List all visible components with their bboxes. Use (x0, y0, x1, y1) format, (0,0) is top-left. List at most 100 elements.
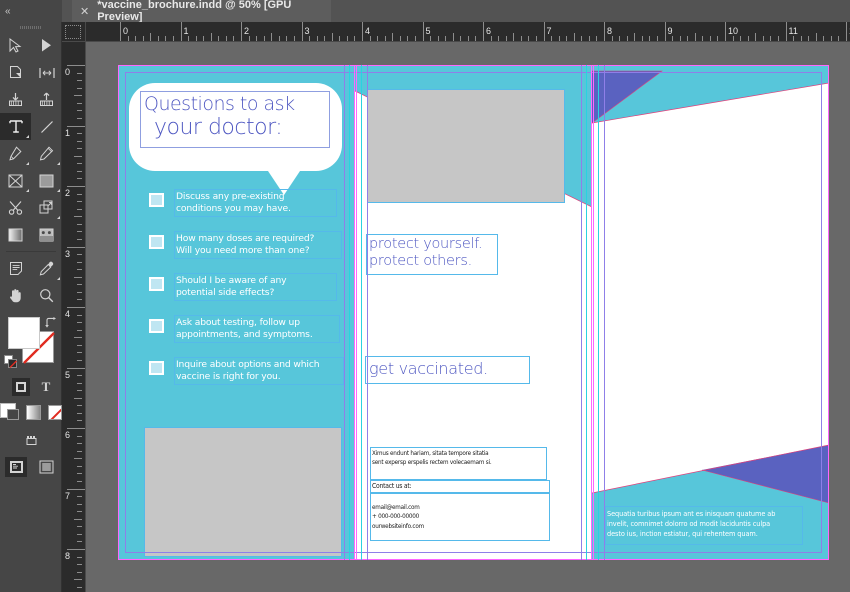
gradient-feather-tool[interactable] (31, 221, 62, 248)
checkbox-3[interactable] (149, 277, 164, 291)
ruler-minor-tick (77, 405, 82, 407)
ruler-major-tick (725, 22, 726, 41)
image-placeholder-left[interactable] (145, 428, 341, 556)
ruler-minor-tick (808, 36, 810, 41)
fill-swatch[interactable] (8, 317, 40, 349)
content-collector-tool[interactable] (0, 86, 31, 113)
document-canvas[interactable]: Questions to ask your doctor: Discuss an… (86, 42, 850, 592)
ruler-minor-tick (77, 322, 82, 324)
page-right[interactable]: Sequatia turibus ipsum ant es inisquam q… (592, 65, 829, 560)
horizontal-ruler[interactable]: 0123456789101112 (86, 22, 850, 42)
ruler-major-tick (846, 22, 847, 41)
ruler-minor-tick (520, 36, 522, 41)
note-tool[interactable] (0, 255, 31, 282)
frame-tool[interactable] (0, 167, 31, 194)
checkbox-5[interactable] (149, 361, 164, 375)
view-options-icon[interactable] (20, 431, 42, 451)
tools-panel-drag-handle[interactable] (0, 22, 61, 32)
top-bar: « ✕ *vaccine_brochure.indd @ 50% [GPU Pr… (0, 0, 850, 23)
free-transform-tool[interactable] (31, 194, 62, 221)
ruler-minor-tick (513, 33, 515, 41)
ruler-minor-tick (77, 435, 82, 437)
free-transform-flyout-icon[interactable] (57, 216, 60, 219)
eyedropper-tool[interactable] (31, 255, 62, 282)
ruler-origin-corner[interactable] (62, 22, 86, 42)
swap-icon[interactable] (45, 315, 58, 333)
ruler-minor-tick (210, 33, 212, 41)
checklist-text-2[interactable]: How many doses are required? Will you ne… (176, 233, 344, 257)
checklist-text-3[interactable]: Should I be aware of any potential side … (176, 275, 336, 299)
panel-collapse-button[interactable]: « (0, 0, 62, 22)
selection-tool[interactable] (0, 32, 31, 59)
apply-none-icon[interactable] (47, 404, 62, 420)
page-tool[interactable] (0, 59, 31, 86)
apply-color-icon[interactable] (0, 403, 19, 421)
hand-tool[interactable] (0, 282, 31, 309)
ruler-minor-tick (77, 496, 82, 498)
body-text-right[interactable]: Sequatia turibus ipsum ant es inisquam q… (607, 509, 807, 540)
type-tool[interactable] (0, 113, 31, 140)
default-colors-icon[interactable] (4, 355, 18, 374)
ruler-minor-tick (634, 33, 636, 41)
pencil-tool[interactable] (31, 140, 62, 167)
cta-text[interactable]: get vaccinated. (369, 359, 539, 379)
rectangle-tool[interactable] (31, 167, 62, 194)
normal-mode-icon[interactable] (5, 457, 27, 477)
checkbox-1[interactable] (149, 193, 164, 207)
checklist-text-2-line2: Will you need more than one? (176, 244, 310, 256)
page-middle[interactable]: protect yourself. protect others. get va… (355, 65, 592, 560)
scissors-tool[interactable] (0, 194, 31, 221)
ruler-minor-tick (77, 352, 82, 354)
ruler-minor-tick (127, 36, 129, 41)
format-affects-container-icon[interactable] (11, 378, 30, 396)
checklist-text-5-line2: vaccine is right for you. (176, 370, 281, 382)
type-tool-flyout-icon[interactable] (26, 135, 29, 138)
preview-mode-icon[interactable] (35, 457, 57, 477)
guide-margin-right (821, 72, 822, 553)
checkbox-4[interactable] (149, 319, 164, 333)
slogan-text[interactable]: protect yourself. protect others. (369, 236, 519, 270)
format-affects-text-icon[interactable]: T (42, 379, 51, 395)
vertical-ruler[interactable]: 0 1 2 3 4 5 6 7 8 (62, 42, 86, 592)
ruler-label-h: 4 (365, 26, 371, 36)
ruler-minor-tick (77, 87, 82, 89)
content-placer-tool[interactable] (31, 86, 62, 113)
direct-selection-tool[interactable] (31, 32, 62, 59)
page-left[interactable]: Questions to ask your doctor: Discuss an… (118, 65, 355, 560)
checkbox-2[interactable] (149, 235, 164, 249)
pencil-tool-flyout-icon[interactable] (57, 162, 60, 165)
tool-grid (0, 32, 62, 309)
zoom-tool[interactable] (31, 282, 62, 309)
gap-tool[interactable] (31, 59, 62, 86)
ruler-minor-tick (77, 208, 82, 210)
image-placeholder-middle[interactable] (368, 90, 564, 202)
rectangle-tool-flyout-icon[interactable] (57, 189, 60, 192)
bubble-headline-line2[interactable]: your doctor: (154, 117, 334, 139)
contact-details[interactable]: email@email.com + 000-000-00000 ourwebsi… (372, 503, 501, 531)
document-tab[interactable]: ✕ *vaccine_brochure.indd @ 50% [GPU Prev… (72, 0, 331, 23)
contact-heading[interactable]: Contact us at: (372, 482, 501, 492)
checklist-text-4[interactable]: Ask about testing, follow up appointment… (176, 317, 342, 341)
close-icon[interactable]: ✕ (80, 5, 89, 18)
eyedropper-flyout-icon[interactable] (57, 277, 60, 280)
ruler-minor-tick (74, 155, 82, 157)
frame-tool-flyout-icon[interactable] (26, 189, 29, 192)
ruler-major-tick (180, 22, 182, 41)
ruler-label-v: 7 (65, 490, 71, 501)
apply-gradient-icon[interactable] (26, 404, 41, 420)
ruler-minor-tick (309, 36, 311, 41)
pen-tool-flyout-icon[interactable] (26, 162, 29, 165)
indesign-window: « ✕ *vaccine_brochure.indd @ 50% [GPU Pr… (0, 0, 850, 592)
guide-fold-2b (593, 65, 594, 560)
bubble-headline-line1[interactable]: Questions to ask (144, 95, 324, 114)
ruler-minor-tick (77, 170, 82, 172)
ruler-major-tick (67, 549, 85, 550)
pen-tool[interactable] (0, 140, 31, 167)
body-text-middle[interactable]: Ximus endunt hariam, sitata tempore sita… (372, 449, 556, 468)
ruler-major-tick (67, 488, 85, 490)
gradient-swatch-tool[interactable] (0, 221, 31, 248)
checklist-text-1[interactable]: Discuss any pre-existing conditions you … (176, 191, 336, 215)
line-tool[interactable] (31, 113, 62, 140)
checklist-text-5[interactable]: Inquire about options and which vaccine … (176, 359, 346, 383)
ruler-minor-tick (77, 110, 82, 112)
